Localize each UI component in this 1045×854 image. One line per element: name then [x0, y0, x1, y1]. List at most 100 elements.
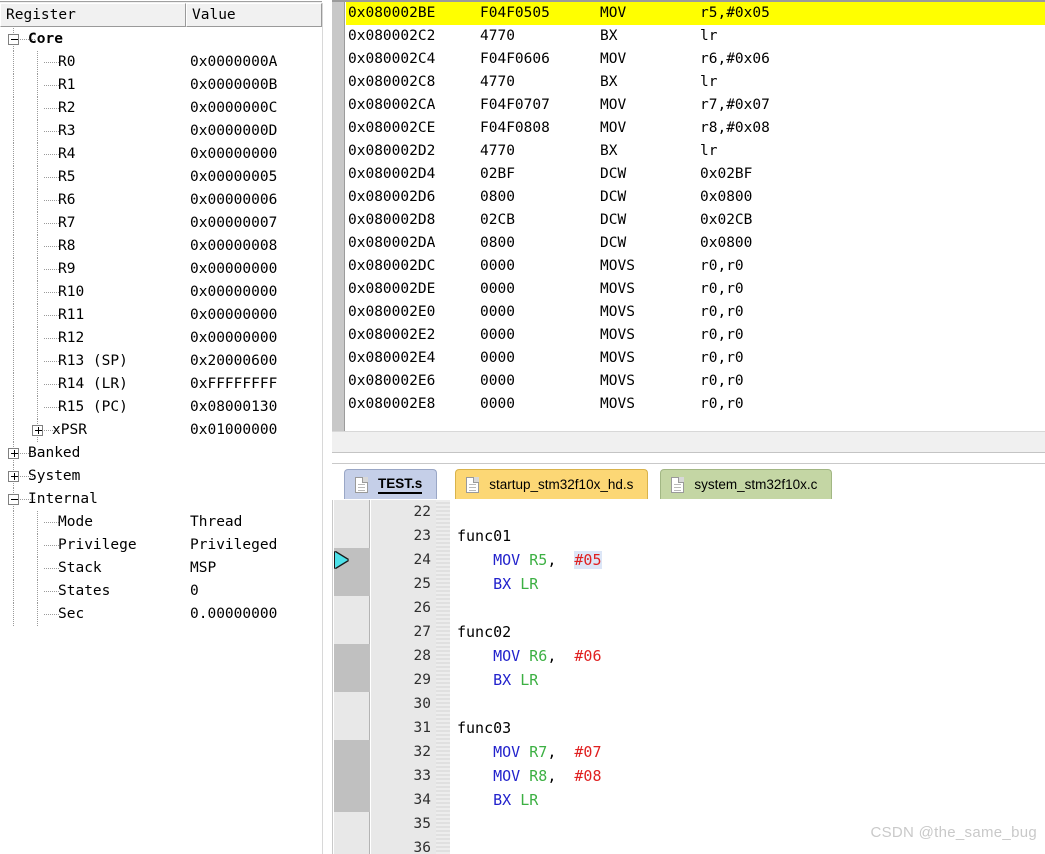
code-line[interactable]: 28 MOV R6, #06 [333, 644, 1045, 668]
disassembly-row[interactable]: 0x080002DA 0800 DCW 0x0800 [346, 232, 1045, 255]
editor-tab-startup-stm32f10x-hd-s[interactable]: startup_stm32f10x_hd.s [455, 469, 649, 499]
register-row[interactable]: R15 (PC) 0x08000130 [0, 396, 322, 419]
register-row[interactable]: Mode Thread [0, 511, 322, 534]
disassembly-row[interactable]: 0x080002E2 0000 MOVS r0,r0 [346, 324, 1045, 347]
register-row[interactable]: R14 (LR) 0xFFFFFFFF [0, 373, 322, 396]
disassembly-row[interactable]: 0x080002D8 02CB DCW 0x02CB [346, 209, 1045, 232]
code-line[interactable]: 26 [333, 596, 1045, 620]
register-row[interactable]: Sec 0.00000000 [0, 603, 322, 626]
register-value[interactable]: 0x0000000B [190, 74, 277, 97]
register-value[interactable]: 0x00000000 [190, 281, 277, 304]
register-value[interactable]: 0x00000008 [190, 235, 277, 258]
disassembly-row[interactable]: 0x080002C2 4770 BX lr [346, 25, 1045, 48]
register-row[interactable]: R4 0x00000000 [0, 143, 322, 166]
register-value[interactable]: 0x0000000C [190, 97, 277, 120]
tree-collapse-icon[interactable] [8, 494, 19, 505]
executable-line-marker[interactable] [334, 788, 370, 812]
code-line[interactable]: 30 [333, 692, 1045, 716]
register-row[interactable]: R5 0x00000005 [0, 166, 322, 189]
register-value[interactable]: 0x0000000D [190, 120, 277, 143]
register-row[interactable]: R8 0x00000008 [0, 235, 322, 258]
register-value[interactable]: 0x01000000 [190, 419, 277, 442]
register-row[interactable]: R2 0x0000000C [0, 97, 322, 120]
register-row[interactable]: R1 0x0000000B [0, 74, 322, 97]
register-row[interactable]: R9 0x00000000 [0, 258, 322, 281]
column-header-register[interactable]: Register [0, 3, 186, 27]
disassembly-row[interactable]: 0x080002DC 0000 MOVS r0,r0 [346, 255, 1045, 278]
code-line[interactable]: 33 MOV R8, #08 [333, 764, 1045, 788]
disassembly-row[interactable]: 0x080002CE F04F0808 MOV r8,#0x08 [346, 117, 1045, 140]
disassembly-row[interactable]: 0x080002D4 02BF DCW 0x02BF [346, 163, 1045, 186]
disassembly-row[interactable]: 0x080002DE 0000 MOVS r0,r0 [346, 278, 1045, 301]
register-row[interactable]: Privilege Privileged [0, 534, 322, 557]
register-row[interactable]: R11 0x00000000 [0, 304, 322, 327]
register-value[interactable]: MSP [190, 557, 216, 580]
code-editor[interactable]: 22 23 func01 24 MOV R5, #05 25 BX LR 26 27 func… [332, 500, 1045, 854]
register-row[interactable]: R3 0x0000000D [0, 120, 322, 143]
register-row[interactable]: Banked [0, 442, 322, 465]
register-value[interactable]: 0x00000000 [190, 304, 277, 327]
horizontal-splitter[interactable] [332, 455, 1045, 463]
executable-line-marker[interactable] [334, 572, 370, 596]
code-line[interactable]: 22 [333, 500, 1045, 524]
code-line[interactable]: 24 MOV R5, #05 [333, 548, 1045, 572]
register-value[interactable]: 0x00000007 [190, 212, 277, 235]
register-row[interactable]: Core [0, 28, 322, 51]
register-value[interactable]: Privileged [190, 534, 277, 557]
register-value[interactable]: 0x00000006 [190, 189, 277, 212]
register-row[interactable]: Stack MSP [0, 557, 322, 580]
disassembly-row[interactable]: 0x080002E8 0000 MOVS r0,r0 [346, 393, 1045, 416]
register-value[interactable]: 0x00000000 [190, 258, 277, 281]
disassembly-gutter[interactable] [332, 2, 345, 431]
executable-line-marker[interactable] [334, 764, 370, 788]
register-value[interactable]: 0x0000000A [190, 51, 277, 74]
register-value[interactable]: 0 [190, 580, 199, 603]
column-header-value[interactable]: Value [186, 3, 322, 27]
disassembly-row[interactable]: 0x080002C4 F04F0606 MOV r6,#0x06 [346, 48, 1045, 71]
register-panel-vertical-scrollbar[interactable] [322, 3, 330, 854]
disassembly-row[interactable]: 0x080002C8 4770 BX lr [346, 71, 1045, 94]
executable-line-marker[interactable] [334, 668, 370, 692]
register-value[interactable]: 0xFFFFFFFF [190, 373, 277, 396]
register-row[interactable]: R12 0x00000000 [0, 327, 322, 350]
disassembly-row[interactable]: 0x080002D6 0800 DCW 0x0800 [346, 186, 1045, 209]
disassembly-row[interactable]: 0x080002E0 0000 MOVS r0,r0 [346, 301, 1045, 324]
disassembly-row[interactable]: 0x080002CA F04F0707 MOV r7,#0x07 [346, 94, 1045, 117]
editor-tab-test-s[interactable]: TEST.s [344, 469, 438, 499]
disassembly-row[interactable]: 0x080002D2 4770 BX lr [346, 140, 1045, 163]
register-row[interactable]: R13 (SP) 0x20000600 [0, 350, 322, 373]
code-line[interactable]: 31 func03 [333, 716, 1045, 740]
code-line[interactable]: 34 BX LR [333, 788, 1045, 812]
tree-expand-icon[interactable] [8, 471, 19, 482]
register-value[interactable]: 0x08000130 [190, 396, 277, 419]
register-value[interactable]: 0x00000000 [190, 327, 277, 350]
register-value[interactable]: 0x20000600 [190, 350, 277, 373]
disassembly-row[interactable]: 0x080002E6 0000 MOVS r0,r0 [346, 370, 1045, 393]
register-value[interactable]: 0x00000000 [190, 143, 277, 166]
register-row[interactable]: Internal [0, 488, 322, 511]
register-row[interactable]: System [0, 465, 322, 488]
register-row[interactable]: xPSR 0x01000000 [0, 419, 322, 442]
register-row[interactable]: States 0 [0, 580, 322, 603]
editor-tab-system-stm32f10x-c[interactable]: system_stm32f10x.c [660, 469, 833, 499]
tree-expand-icon[interactable] [8, 448, 19, 459]
register-row[interactable]: R7 0x00000007 [0, 212, 322, 235]
tree-expand-icon[interactable] [32, 425, 43, 436]
disassembly-row-current[interactable]: 0x080002BE F04F0505 MOV r5,#0x05 [346, 2, 1045, 25]
tree-collapse-icon[interactable] [8, 34, 19, 45]
code-line[interactable]: 23 func01 [333, 524, 1045, 548]
code-line[interactable]: 29 BX LR [333, 668, 1045, 692]
code-line[interactable]: 32 MOV R7, #07 [333, 740, 1045, 764]
register-row[interactable]: R6 0x00000006 [0, 189, 322, 212]
register-value[interactable]: 0x00000005 [190, 166, 277, 189]
register-value[interactable]: Thread [190, 511, 242, 534]
executable-line-marker[interactable] [334, 740, 370, 764]
disassembly-row[interactable]: 0x080002E4 0000 MOVS r0,r0 [346, 347, 1045, 370]
code-line[interactable]: 25 BX LR [333, 572, 1045, 596]
disassembly-view[interactable]: 0x080002BE F04F0505 MOV r5,#0x05 0x080002C2 4… [332, 2, 1045, 431]
disassembly-horizontal-scrollbar[interactable] [332, 431, 1045, 453]
executable-line-marker[interactable] [334, 644, 370, 668]
register-value[interactable]: 0.00000000 [190, 603, 277, 626]
code-line[interactable]: 27 func02 [333, 620, 1045, 644]
register-row[interactable]: R0 0x0000000A [0, 51, 322, 74]
